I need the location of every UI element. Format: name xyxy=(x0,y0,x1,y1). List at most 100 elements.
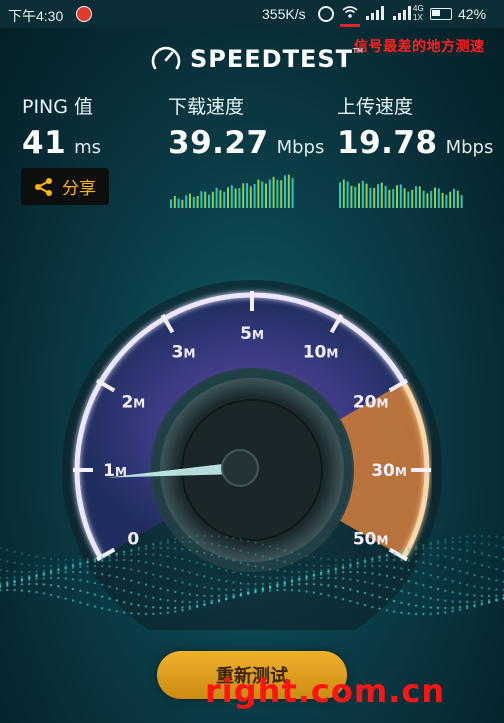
sparkline-bar xyxy=(223,191,226,208)
sparkline-bar xyxy=(253,183,256,208)
ping-value: 41 xyxy=(22,125,67,161)
status-bar: 下午4:30 355K/s 4G 1X 42% xyxy=(0,0,504,28)
signal-strength-2-icon xyxy=(393,6,411,20)
upload-unit: Mbps xyxy=(445,137,494,158)
net-type-1x: 1X xyxy=(413,13,423,22)
speedtest-logo: SPEEDTEST TM xyxy=(150,44,363,74)
ping-stat: PING 值 41 ms xyxy=(22,92,101,161)
sparkline-bar xyxy=(268,179,271,208)
upload-sparkline xyxy=(339,179,463,208)
sparkline-bar xyxy=(173,196,176,208)
sparkline-bar xyxy=(170,199,172,208)
sparkline-bar xyxy=(185,195,188,208)
speed-gauge: 01M2M3M5M10M20M30M50M xyxy=(0,280,504,630)
gauge-needle-cap xyxy=(221,449,259,487)
wifi-underline xyxy=(340,24,360,27)
sparkline-bar xyxy=(177,198,180,208)
net-type-4g: 4G xyxy=(413,4,424,13)
sparkline-bar xyxy=(238,188,241,208)
share-button[interactable]: 分享 xyxy=(21,168,109,205)
sparkline-bar xyxy=(346,181,349,208)
sparkline-bar xyxy=(234,188,237,208)
sparkline-bar xyxy=(377,184,379,208)
sparkline-bar xyxy=(227,187,229,208)
ping-unit: ms xyxy=(74,137,102,158)
download-label: 下载速度 xyxy=(168,96,245,118)
sparkline-bar xyxy=(449,191,452,208)
sparkline-bar xyxy=(339,182,341,208)
alarm-icon xyxy=(318,6,334,22)
sparkline-bar xyxy=(369,187,372,208)
upload-label: 上传速度 xyxy=(337,96,414,118)
sparkline-bar xyxy=(399,184,402,208)
watermark: right.com.cn xyxy=(205,672,446,710)
network-speed: 355K/s xyxy=(262,6,306,22)
gauge-tick-label: 0 xyxy=(127,530,139,550)
sparkline-bar xyxy=(230,185,233,208)
sparkline-bar xyxy=(342,179,345,208)
sparkline-bar xyxy=(204,191,207,208)
sparkline-bar xyxy=(358,183,360,208)
signal-strength-icon xyxy=(366,6,384,20)
sparkline-bar xyxy=(422,190,425,208)
download-stat: 下载速度 39.27 Mbps xyxy=(168,92,324,161)
sparkline-bar xyxy=(215,187,218,208)
download-value: 39.27 xyxy=(168,125,269,161)
sparkline-bar xyxy=(242,183,245,208)
sparkline-bar xyxy=(219,190,222,208)
sparkline-bar xyxy=(249,186,252,208)
sparkline-bar xyxy=(411,189,414,208)
sparkline-bar xyxy=(272,176,275,208)
sparkline-bar xyxy=(441,192,444,208)
sparkline-bar xyxy=(284,175,286,208)
download-sparkline xyxy=(170,174,294,208)
sparkline-bar xyxy=(384,185,387,208)
sparkline-bar xyxy=(434,187,436,208)
sparkline-bar xyxy=(396,185,398,208)
status-time: 下午4:30 xyxy=(8,8,64,24)
download-unit: Mbps xyxy=(276,137,325,158)
sparkline-bar xyxy=(291,177,294,208)
sparkline-bar xyxy=(430,190,433,208)
sparkline-bar xyxy=(196,195,199,208)
sparkline-bar xyxy=(437,188,440,208)
sparkline-bar xyxy=(200,191,203,208)
share-icon xyxy=(35,177,52,196)
battery-percent: 42% xyxy=(458,6,487,22)
sparkline-bar xyxy=(426,193,429,208)
annotation-text: 信号最差的地方测速 xyxy=(354,39,485,55)
ping-label: PING 值 xyxy=(22,96,94,118)
sparkline-bar xyxy=(257,179,260,208)
sparkline-bar xyxy=(280,180,283,208)
sparkline-bar xyxy=(418,186,421,208)
speedometer-logo-icon xyxy=(151,46,181,70)
sparkline-bar xyxy=(445,194,448,208)
sparkline-bar xyxy=(211,191,214,208)
sparkline-bar xyxy=(192,196,195,208)
sparkline-bar xyxy=(246,183,248,208)
sparkline-bar xyxy=(373,187,376,208)
sparkline-bar xyxy=(261,181,264,208)
sparkline-bar xyxy=(456,190,459,208)
upload-stat: 上传速度 19.78 Mbps xyxy=(337,92,493,161)
sparkline-bar xyxy=(415,186,417,208)
share-label: 分享 xyxy=(62,179,96,199)
sparkline-bar xyxy=(403,188,406,208)
sparkline-bar xyxy=(350,185,353,208)
sparkline-bar xyxy=(380,182,383,208)
sparkline-bar xyxy=(287,174,290,208)
sparkline-bar xyxy=(392,189,395,208)
wifi-icon xyxy=(342,5,358,22)
logo-trademark: TM xyxy=(352,47,364,55)
sparkline-bar xyxy=(354,186,357,208)
sparkline-bar xyxy=(388,189,391,208)
sparkline-bar xyxy=(265,183,267,208)
qq-notification-icon xyxy=(76,6,92,22)
logo-text: SPEEDTEST xyxy=(190,45,354,73)
sparkline-bar xyxy=(361,181,364,208)
sparkline-bar xyxy=(208,194,210,208)
sparkline-bar xyxy=(365,183,368,208)
network-type: 4G 1X xyxy=(413,4,424,22)
sparkline-bar xyxy=(453,188,455,208)
battery-icon xyxy=(430,8,452,20)
